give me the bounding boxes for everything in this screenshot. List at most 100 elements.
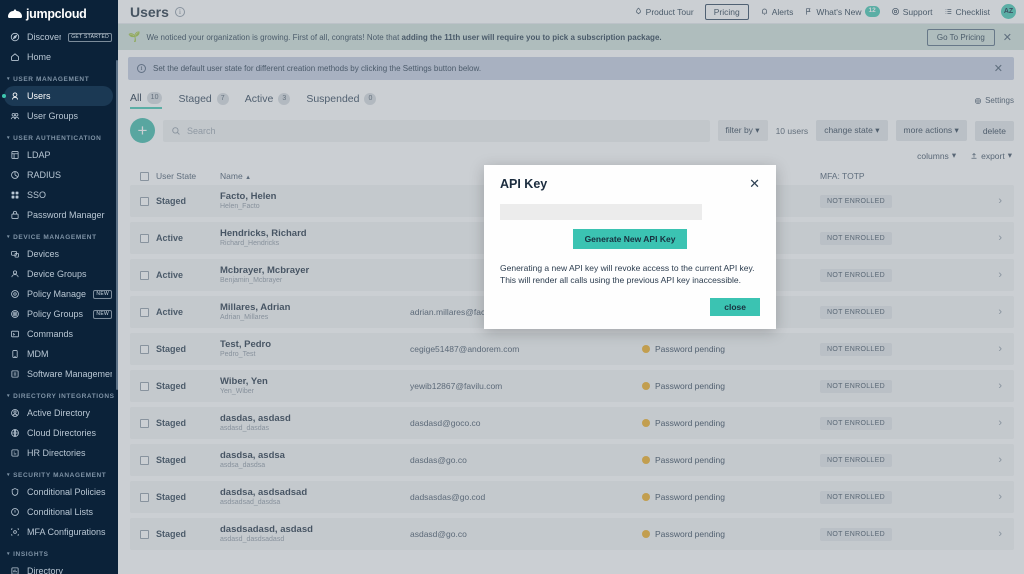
sidebar-item-label: Software Management xyxy=(27,369,112,379)
sso-icon xyxy=(9,190,20,201)
sidebar-item-label: Home xyxy=(27,52,52,62)
sidebar-item-policy-management[interactable]: Policy Management NEW xyxy=(0,284,118,304)
sidebar-item-label: MFA Configurations xyxy=(27,527,106,537)
sidebar-item-user-groups[interactable]: User Groups xyxy=(0,106,118,126)
sidebar-item-label: Users xyxy=(27,91,51,101)
cloud-directories-icon xyxy=(9,428,20,439)
sidebar-item-users[interactable]: Users xyxy=(2,86,113,106)
sidebar-item-label: RADIUS xyxy=(27,170,62,180)
sidebar-section-user-management[interactable]: ▾ USER MANAGEMENT xyxy=(0,67,118,86)
sidebar-item-label: HR Directories xyxy=(27,448,86,458)
modal-title: API Key xyxy=(500,177,548,191)
sidebar-item-active-directory[interactable]: Active Directory xyxy=(0,403,118,423)
sidebar-section-label: INSIGHTS xyxy=(13,551,49,558)
sidebar-section-directory-integrations[interactable]: ▾ DIRECTORY INTEGRATIONS xyxy=(0,384,118,403)
get-started-badge: GET STARTED xyxy=(68,32,112,42)
sidebar-item-label: Policy Groups xyxy=(27,309,84,319)
new-badge: NEW xyxy=(93,289,112,299)
list-icon xyxy=(9,507,20,518)
jumpcloud-logo-icon xyxy=(8,9,22,19)
sidebar-section-label: USER MANAGEMENT xyxy=(13,76,90,83)
sidebar-item-cloud-directories[interactable]: Cloud Directories xyxy=(0,423,118,443)
sidebar-item-label: Conditional Lists xyxy=(27,507,94,517)
sidebar-item-directory[interactable]: Directory xyxy=(0,561,118,574)
sidebar-section-label: USER AUTHENTICATION xyxy=(13,135,102,142)
policy-groups-icon xyxy=(9,309,20,320)
sidebar-item-conditional-policies[interactable]: Conditional Policies xyxy=(0,482,118,502)
sidebar-item-label: Directory xyxy=(27,566,64,574)
sidebar-item-label: Commands xyxy=(27,329,74,339)
main-content: Users i Product Tour Pricing Alerts What… xyxy=(118,0,1024,574)
sidebar-item-label: Password Manager xyxy=(27,210,105,220)
sidebar-item-label: MDM xyxy=(27,349,49,359)
sidebar-section-user-authentication[interactable]: ▾ USER AUTHENTICATION xyxy=(0,126,118,145)
generate-new-api-key-button[interactable]: Generate New API Key xyxy=(572,229,688,249)
sidebar-item-label: User Groups xyxy=(27,111,79,121)
sidebar-item-label: SSO xyxy=(27,190,47,200)
jumpcloud-logo-text: jumpcloud xyxy=(26,7,87,21)
chevron-down-icon: ▾ xyxy=(7,393,11,399)
sidebar-item-mdm[interactable]: MDM xyxy=(0,344,118,364)
password-manager-icon xyxy=(9,210,20,221)
ldap-icon xyxy=(9,150,20,161)
modal-header: API Key ✕ xyxy=(500,165,760,191)
sidebar-item-password-manager[interactable]: Password Manager xyxy=(0,205,118,225)
sidebar-section-insights[interactable]: ▾ INSIGHTS xyxy=(0,542,118,561)
commands-icon xyxy=(9,329,20,340)
sidebar-item-conditional-lists[interactable]: Conditional Lists xyxy=(0,502,118,522)
sidebar-item-label: Active Directory xyxy=(27,408,91,418)
user-icon xyxy=(9,91,20,102)
sidebar-section-security-management[interactable]: ▾ SECURITY MANAGEMENT xyxy=(0,463,118,482)
compass-icon xyxy=(9,32,20,43)
sidebar-item-ldap[interactable]: LDAP xyxy=(0,145,118,165)
home-icon xyxy=(9,52,20,63)
modal-close-button[interactable]: close xyxy=(710,298,760,316)
sidebar-section-device-management[interactable]: ▾ DEVICE MANAGEMENT xyxy=(0,225,118,244)
api-key-modal: API Key ✕ Generate New API Key Generatin… xyxy=(484,165,776,329)
sidebar-item-policy-groups[interactable]: Policy Groups NEW xyxy=(0,304,118,324)
directory-icon xyxy=(9,566,20,574)
sidebar: jumpcloud Discover GET STARTED Home ▾ US… xyxy=(0,0,118,574)
sidebar-item-label: Device Groups xyxy=(27,269,87,279)
chevron-down-icon: ▾ xyxy=(7,234,11,240)
sidebar-item-hr-directories[interactable]: HR Directories xyxy=(0,443,118,463)
new-badge: NEW xyxy=(93,309,112,319)
sidebar-section-label: SECURITY MANAGEMENT xyxy=(13,472,107,479)
sidebar-item-label: Devices xyxy=(27,249,60,259)
sidebar-item-label: Policy Management xyxy=(27,289,87,299)
sidebar-section-label: DEVICE MANAGEMENT xyxy=(13,234,97,241)
radius-icon xyxy=(9,170,20,181)
sidebar-item-home[interactable]: Home xyxy=(0,47,118,67)
mfa-icon xyxy=(9,527,20,538)
sidebar-item-devices[interactable]: Devices xyxy=(0,244,118,264)
sidebar-item-commands[interactable]: Commands xyxy=(0,324,118,344)
sidebar-item-sso[interactable]: SSO xyxy=(0,185,118,205)
sidebar-item-radius[interactable]: RADIUS xyxy=(0,165,118,185)
jumpcloud-logo[interactable]: jumpcloud xyxy=(0,0,118,27)
users-group-icon xyxy=(9,111,20,122)
mdm-icon xyxy=(9,349,20,360)
sidebar-item-discover[interactable]: Discover GET STARTED xyxy=(0,27,118,47)
active-directory-icon xyxy=(9,408,20,419)
policy-management-icon xyxy=(9,289,20,300)
chevron-down-icon: ▾ xyxy=(7,551,11,557)
sidebar-item-device-groups[interactable]: Device Groups xyxy=(0,264,118,284)
sidebar-item-mfa-configurations[interactable]: MFA Configurations xyxy=(0,522,118,542)
sidebar-item-label: Conditional Policies xyxy=(27,487,106,497)
chevron-down-icon: ▾ xyxy=(7,135,11,141)
sidebar-item-label: Discover xyxy=(27,32,62,42)
modal-description: Generating a new API key will revoke acc… xyxy=(500,263,755,286)
shield-icon xyxy=(9,487,20,498)
sidebar-item-software-management[interactable]: Software Management xyxy=(0,364,118,384)
api-key-field[interactable] xyxy=(500,204,702,220)
chevron-down-icon: ▾ xyxy=(7,76,11,82)
sidebar-item-label: LDAP xyxy=(27,150,51,160)
chevron-down-icon: ▾ xyxy=(7,472,11,478)
active-indicator-dot xyxy=(2,94,6,98)
sidebar-item-label: Cloud Directories xyxy=(27,428,97,438)
app-root: jumpcloud Discover GET STARTED Home ▾ US… xyxy=(0,0,1024,574)
close-icon[interactable]: ✕ xyxy=(749,177,760,190)
hr-directories-icon xyxy=(9,448,20,459)
software-management-icon xyxy=(9,369,20,380)
device-groups-icon xyxy=(9,269,20,280)
